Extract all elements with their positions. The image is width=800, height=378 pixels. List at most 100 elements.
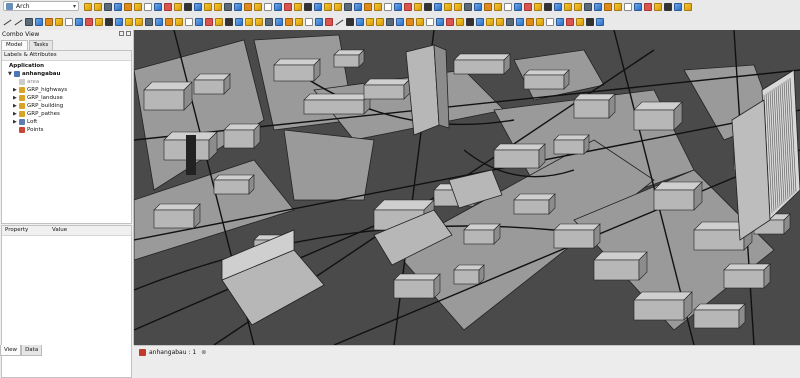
profile-icon[interactable]: [374, 2, 382, 11]
draw-style-icon[interactable]: [654, 2, 662, 11]
isometric-icon[interactable]: [624, 2, 632, 11]
tree-item[interactable]: ▶ GRP_landuse: [13, 94, 63, 102]
split-icon[interactable]: [255, 17, 263, 26]
tab-view[interactable]: View: [0, 345, 22, 356]
panel-icon[interactable]: [314, 2, 322, 11]
stretch-icon[interactable]: [315, 17, 323, 26]
rotate-icon[interactable]: [175, 17, 183, 26]
intersection-icon[interactable]: [476, 17, 484, 26]
top-view-icon[interactable]: [574, 2, 582, 11]
value-column-header[interactable]: Value: [49, 226, 67, 235]
parallel-icon[interactable]: [406, 17, 414, 26]
select-icon[interactable]: [464, 2, 472, 11]
stereo-icon[interactable]: [664, 2, 672, 11]
near-icon[interactable]: [436, 17, 444, 26]
tree-item[interactable]: ▶ GRP_building: [13, 102, 63, 110]
fence-icon[interactable]: [354, 2, 362, 11]
pipe-icon[interactable]: [334, 2, 342, 11]
redo-icon[interactable]: [164, 2, 172, 11]
remove-icon[interactable]: [494, 2, 502, 11]
arc-icon[interactable]: [35, 17, 43, 26]
layer-icon[interactable]: [526, 17, 534, 26]
shapestring-icon[interactable]: [125, 17, 133, 26]
autogroup-icon[interactable]: [546, 17, 554, 26]
document-tab[interactable]: anhangabau : 1 ⊗: [134, 345, 800, 358]
group-icon[interactable]: [536, 17, 544, 26]
frame-icon[interactable]: [324, 2, 332, 11]
merge-icon[interactable]: [484, 2, 492, 11]
std-views-icon[interactable]: [674, 2, 682, 11]
special-icon[interactable]: [466, 17, 474, 26]
text-icon[interactable]: [155, 17, 163, 26]
tab-data[interactable]: Data: [21, 345, 43, 356]
lock-icon[interactable]: [386, 17, 394, 26]
tree-item[interactable]: ▼ anhangabau: [8, 70, 60, 78]
new-file-icon[interactable]: [84, 2, 92, 11]
join-icon[interactable]: [245, 17, 253, 26]
fit-all-icon[interactable]: [554, 2, 562, 11]
edit-icon[interactable]: [235, 17, 243, 26]
circle-icon[interactable]: [45, 17, 53, 26]
tree-item[interactable]: ▶ GRP_highways: [13, 86, 67, 94]
roof-icon[interactable]: [234, 2, 242, 11]
zoom-icon[interactable]: [544, 2, 552, 11]
window-icon[interactable]: [224, 2, 232, 11]
print-icon[interactable]: [114, 2, 122, 11]
endpoint-icon[interactable]: [506, 17, 514, 26]
measure-icon[interactable]: [514, 2, 522, 11]
working-plane-icon[interactable]: [366, 17, 374, 26]
ellipse-icon[interactable]: [55, 17, 63, 26]
bottom-view-icon[interactable]: [604, 2, 612, 11]
part-icon[interactable]: [634, 2, 642, 11]
array-icon[interactable]: [265, 17, 273, 26]
facebinder-icon[interactable]: [115, 17, 123, 26]
dimension-snap-icon[interactable]: [486, 17, 494, 26]
snap-icon[interactable]: [356, 17, 364, 26]
axis-icon[interactable]: [274, 2, 282, 11]
ortho-icon[interactable]: [456, 17, 464, 26]
box-icon[interactable]: [644, 2, 652, 11]
close-holes-icon[interactable]: [474, 2, 482, 11]
perpendicular-icon[interactable]: [396, 17, 404, 26]
paste-icon[interactable]: [144, 2, 152, 11]
polar-array-icon[interactable]: [275, 17, 283, 26]
close-panel-icon[interactable]: [126, 31, 131, 36]
survey-icon[interactable]: [414, 2, 422, 11]
close-icon[interactable]: ⊗: [201, 349, 206, 356]
upgrade-icon[interactable]: [205, 17, 213, 26]
record-icon[interactable]: [596, 17, 604, 26]
undo-icon[interactable]: [154, 2, 162, 11]
tree-item[interactable]: ▶ GRP_pathes: [13, 110, 60, 118]
3d-viewport[interactable]: [134, 30, 800, 345]
equipment-icon[interactable]: [344, 2, 352, 11]
schedule-icon[interactable]: [404, 2, 412, 11]
dimension-icon[interactable]: [135, 17, 143, 26]
selection-icon[interactable]: [576, 17, 584, 26]
copy-icon[interactable]: [134, 2, 142, 11]
split-icon[interactable]: [444, 2, 452, 11]
rebar-icon[interactable]: [384, 2, 392, 11]
rectangle-icon[interactable]: [65, 17, 73, 26]
stairs-icon[interactable]: [244, 2, 252, 11]
fillet-icon[interactable]: [25, 17, 33, 26]
tree-item[interactable]: area: [13, 78, 39, 86]
tree-item[interactable]: Application: [3, 62, 44, 70]
mesh-icon[interactable]: [454, 2, 462, 11]
refresh-icon[interactable]: [174, 2, 182, 11]
midpoint-icon[interactable]: [496, 17, 504, 26]
point-icon[interactable]: [105, 17, 113, 26]
material-icon[interactable]: [394, 2, 402, 11]
line-icon[interactable]: [3, 18, 12, 26]
left-view-icon[interactable]: [614, 2, 622, 11]
truss-icon[interactable]: [364, 2, 372, 11]
rear-view-icon[interactable]: [594, 2, 602, 11]
save-icon[interactable]: [104, 2, 112, 11]
trim-icon[interactable]: [195, 17, 203, 26]
angle-icon[interactable]: [416, 17, 424, 26]
center-icon[interactable]: [426, 17, 434, 26]
open-icon[interactable]: [94, 2, 102, 11]
property-column-header[interactable]: Property: [2, 226, 49, 235]
macro-icon[interactable]: [184, 2, 192, 11]
visibility-icon[interactable]: [524, 2, 532, 11]
space-icon[interactable]: [254, 2, 262, 11]
